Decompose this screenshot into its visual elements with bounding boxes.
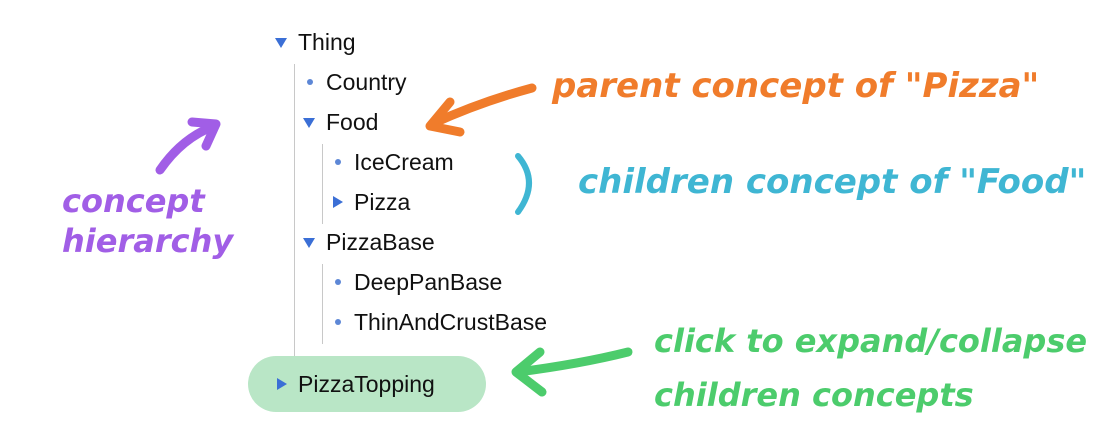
annotation-expand-line1: click to expand/collapse bbox=[654, 322, 1088, 360]
annotation-expand-line2: children concepts bbox=[654, 376, 974, 414]
expand-arrowhead bbox=[511, 347, 547, 397]
expand-arrow bbox=[513, 347, 633, 377]
annotation-parent: parent concept of "Pizza" bbox=[552, 66, 1040, 106]
tree-node-label: Thing bbox=[298, 29, 356, 55]
expanded-arrow-icon[interactable] bbox=[300, 222, 320, 262]
expanded-arrow-icon[interactable] bbox=[272, 22, 292, 62]
annotation-hierarchy-line2: hierarchy bbox=[62, 222, 234, 260]
leaf-dot-icon bbox=[328, 262, 348, 302]
tree-node-label: Pizza bbox=[354, 189, 411, 215]
collapsed-arrow-icon[interactable] bbox=[272, 364, 292, 404]
annotation-children: children concept of "Food" bbox=[578, 162, 1087, 202]
tree-node-label: Food bbox=[326, 109, 379, 135]
tree-node-label: ThinAndCrustBase bbox=[354, 309, 548, 335]
tree-node-label: IceCream bbox=[354, 149, 454, 175]
tree-guide-thing bbox=[294, 64, 295, 380]
collapsed-arrow-icon[interactable] bbox=[328, 182, 348, 222]
leaf-dot-icon bbox=[328, 142, 348, 182]
tree-node-label: PizzaTopping bbox=[298, 371, 435, 397]
tree-node-label: Country bbox=[326, 69, 407, 95]
concept-hierarchy-diagram: Thing Country Food IceCream Pizza PizzaB… bbox=[0, 0, 1119, 437]
tree-node-label: PizzaBase bbox=[326, 229, 435, 255]
parent-arrowhead bbox=[425, 97, 465, 137]
expanded-arrow-icon[interactable] bbox=[300, 102, 320, 142]
tree-guide-food bbox=[322, 144, 323, 224]
hierarchy-arrowhead bbox=[187, 117, 221, 151]
tree-node-label: DeepPanBase bbox=[354, 269, 503, 295]
parent-arrow bbox=[427, 83, 537, 129]
leaf-dot-icon bbox=[328, 302, 348, 342]
children-bracket bbox=[515, 153, 532, 215]
tree-guide-pizzabase bbox=[322, 264, 323, 344]
leaf-dot-icon bbox=[300, 62, 320, 102]
hierarchy-arrow bbox=[155, 121, 219, 175]
annotation-hierarchy-line1: concept bbox=[62, 182, 205, 220]
